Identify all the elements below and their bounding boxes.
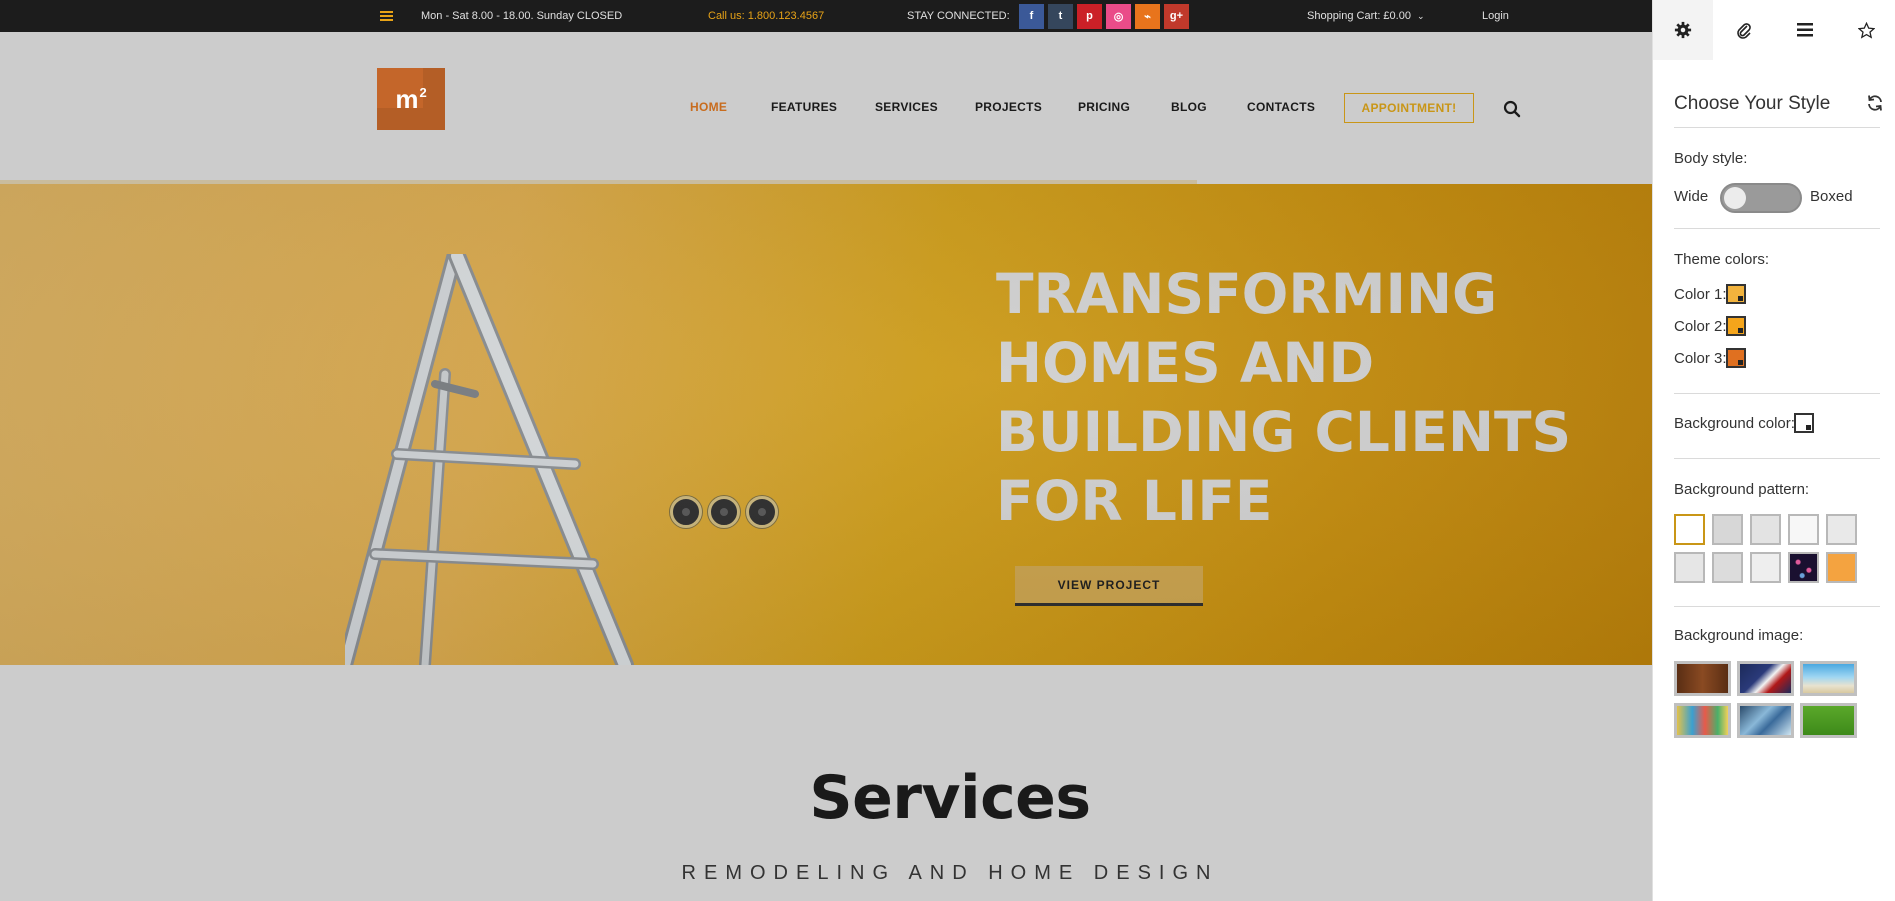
hamburger-menu-icon[interactable] [378, 0, 394, 32]
hero-title-line: TRANSFORMING [996, 262, 1498, 326]
hero-title-line: HOMES AND [996, 331, 1375, 395]
wall-outlets [670, 496, 778, 528]
nav-contacts[interactable]: CONTACTS [1247, 100, 1315, 114]
hero-title: TRANSFORMING HOMES AND BUILDING CLIENTS FOR… [996, 260, 1572, 536]
top-bar: Mon - Sat 8.00 - 18.00. Sunday CLOSED Ca… [0, 0, 1652, 32]
opening-hours: Mon - Sat 8.00 - 18.00. Sunday CLOSED [421, 10, 623, 22]
logo-sup: 2 [419, 84, 427, 100]
list-icon [1797, 23, 1813, 37]
background-pattern-option[interactable] [1826, 514, 1857, 545]
boxed-label: Boxed [1810, 188, 1853, 205]
nav-pricing[interactable]: PRICING [1078, 100, 1130, 114]
search-icon[interactable] [1503, 100, 1521, 118]
theme-color-swatch[interactable] [1725, 316, 1746, 336]
background-image-beach[interactable] [1800, 661, 1857, 696]
google-plus-icon[interactable]: g+ [1164, 3, 1189, 29]
tab-settings[interactable] [1653, 0, 1713, 60]
services-subtitle: REMODELING AND HOME DESIGN [681, 862, 1219, 884]
background-pattern-option[interactable] [1750, 514, 1781, 545]
view-project-button[interactable]: VIEW PROJECT [1015, 566, 1203, 606]
background-color-label: Background color: [1674, 414, 1795, 432]
panel-title: Choose Your Style [1674, 93, 1831, 114]
stay-connected-label: STAY CONNECTED: [907, 10, 1010, 22]
tab-favorites[interactable] [1836, 0, 1895, 60]
background-image-eagle[interactable] [1737, 661, 1794, 696]
nav-blog[interactable]: BLOG [1171, 100, 1207, 114]
call-us[interactable]: Call us: 1.800.123.4567 [708, 0, 824, 32]
background-pattern-label: Background pattern: [1674, 481, 1810, 498]
background-image-wood[interactable] [1674, 661, 1731, 696]
gear-icon [1674, 21, 1692, 39]
background-pattern-option[interactable] [1712, 552, 1743, 583]
theme-color-row: Color 1: [1674, 284, 1746, 304]
site-header: m2 HOME FEATURES SERVICES PROJECTS PRICING BL… [0, 32, 1652, 184]
background-image-grid [1674, 661, 1857, 738]
theme-colors-label: Theme colors: [1674, 251, 1770, 268]
login-link[interactable]: Login [1482, 0, 1509, 32]
background-pattern-option[interactable] [1674, 552, 1705, 583]
background-image-glass[interactable] [1737, 703, 1794, 738]
shopping-cart[interactable]: Shopping Cart: £0.00 ⌄ [1307, 0, 1425, 32]
outlet [746, 496, 778, 528]
theme-color-swatch[interactable] [1725, 348, 1746, 368]
theme-color-label: Color 3: [1674, 349, 1727, 367]
hero-title-line: BUILDING CLIENTS [996, 400, 1572, 464]
background-pattern-option[interactable] [1712, 514, 1743, 545]
background-pattern-option[interactable] [1750, 552, 1781, 583]
social-links: f t p ◎ ⌁ g+ [1019, 0, 1189, 32]
outlet [708, 496, 740, 528]
logo[interactable]: m2 [377, 68, 445, 130]
appointment-button[interactable]: APPOINTMENT! [1344, 93, 1474, 123]
rss-icon[interactable]: ⌁ [1135, 3, 1160, 29]
theme-color-row: Color 3: [1674, 348, 1746, 368]
divider [1674, 458, 1880, 459]
paperclip-icon [1737, 23, 1751, 39]
background-pattern-option[interactable] [1788, 514, 1819, 545]
refresh-icon[interactable] [1866, 94, 1884, 112]
background-pattern-option[interactable] [1674, 514, 1705, 545]
body-style-toggle[interactable] [1720, 183, 1802, 213]
background-image-street[interactable] [1674, 703, 1731, 738]
hero-slider: TRANSFORMING HOMES AND BUILDING CLIENTS FOR… [0, 184, 1652, 665]
background-color-swatch[interactable] [1793, 413, 1814, 433]
theme-color-swatch[interactable] [1725, 284, 1746, 304]
wide-label: Wide [1674, 188, 1709, 205]
tumblr-icon[interactable]: t [1048, 3, 1073, 29]
theme-color-label: Color 2: [1674, 317, 1727, 335]
body-style-label: Body style: [1674, 150, 1748, 167]
background-pattern-grid [1674, 514, 1857, 583]
services-title: Services [809, 763, 1091, 833]
background-image-grass[interactable] [1800, 703, 1857, 738]
ladder-image [345, 254, 634, 665]
tab-attachments[interactable] [1714, 0, 1774, 60]
logo-text: m [395, 83, 419, 114]
divider [1674, 606, 1880, 607]
nav-features[interactable]: FEATURES [771, 100, 837, 114]
background-pattern-option[interactable] [1826, 552, 1857, 583]
divider [1674, 228, 1880, 229]
chevron-down-icon: ⌄ [1416, 10, 1425, 21]
background-color-row: Background color: [1674, 413, 1814, 433]
outlet [670, 496, 702, 528]
pinterest-icon[interactable]: p [1077, 3, 1102, 29]
theme-color-row: Color 2: [1674, 316, 1746, 336]
theme-color-label: Color 1: [1674, 285, 1727, 303]
star-icon [1857, 21, 1875, 39]
panel-tabs [1653, 0, 1895, 60]
shopping-cart-label: Shopping Cart: £0.00 [1307, 10, 1411, 22]
style-switcher-panel: Choose Your Style Body style: Wide Boxed… [1652, 0, 1895, 901]
nav-projects[interactable]: PROJECTS [975, 100, 1042, 114]
dribbble-icon[interactable]: ◎ [1106, 3, 1131, 29]
divider [1674, 127, 1880, 128]
nav-home[interactable]: HOME [690, 100, 727, 114]
divider [1674, 393, 1880, 394]
background-image-label: Background image: [1674, 627, 1804, 644]
nav-services[interactable]: SERVICES [875, 100, 938, 114]
background-pattern-option[interactable] [1788, 552, 1819, 583]
toggle-knob [1724, 187, 1746, 209]
tab-list[interactable] [1775, 0, 1835, 60]
facebook-icon[interactable]: f [1019, 3, 1044, 29]
hero-title-line: FOR LIFE [996, 469, 1273, 533]
